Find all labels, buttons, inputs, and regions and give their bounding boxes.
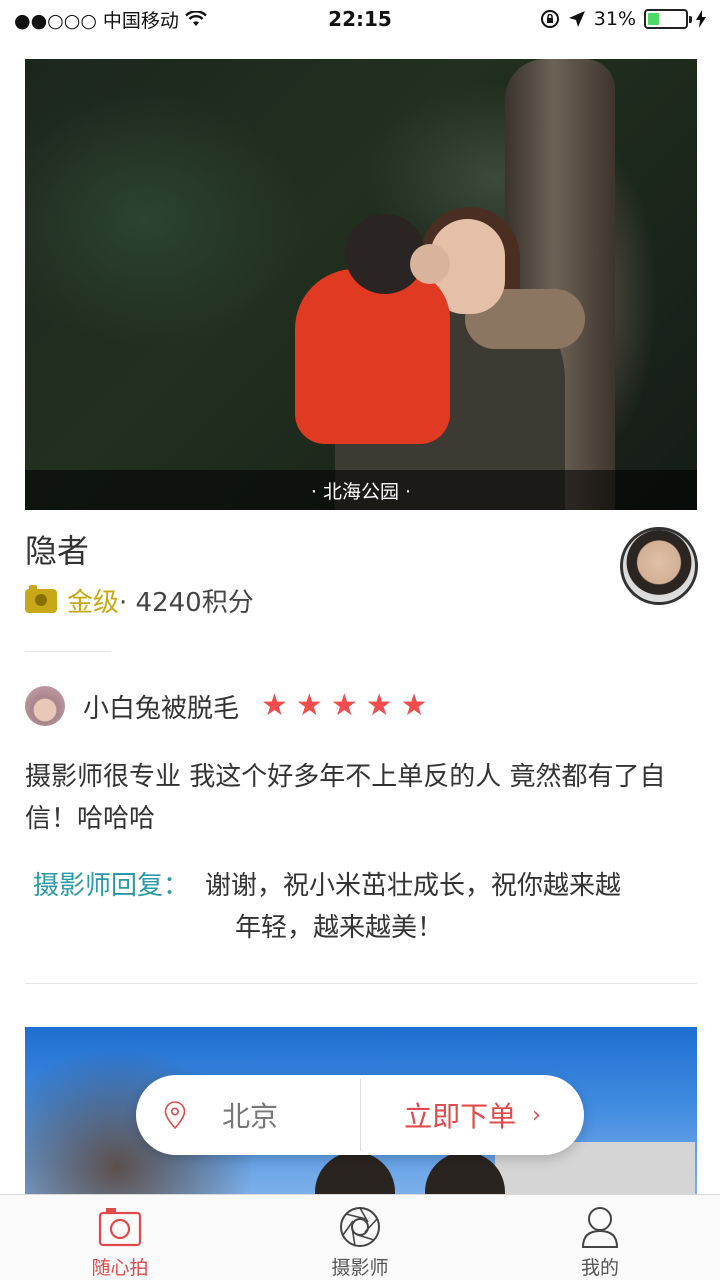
tab-bar: 随心拍 摄影师 我的 [0,1194,720,1280]
reviewer-avatar[interactable] [25,686,65,726]
rotation-lock-icon [540,10,559,28]
wifi-icon [185,11,207,26]
order-now-button[interactable]: 立即下单 › [361,1075,584,1155]
photographer-level: 金级 [67,588,120,618]
star-icon: ★ [330,688,358,723]
photographer-points: · 4240积分 [119,588,254,618]
tab-label: 随心拍 [91,1257,149,1279]
photographer-name[interactable]: 隐者 [25,526,89,572]
star-icon: ★ [261,688,288,723]
star-icon: ★ [365,688,393,723]
review-text: 摄影师很专业 我这个好多年不上单反的人 竟然都有了自信！哈哈哈 [25,762,666,834]
battery-percent: 31% [593,8,636,30]
city-selector[interactable]: 北京 [136,1075,360,1155]
photo-child-ear [410,244,450,284]
rating-stars: ★ ★ ★ ★ ★ [261,691,428,721]
user-icon [581,1207,619,1248]
camera-icon [98,1208,142,1247]
photographer-avatar[interactable] [620,527,698,605]
carrier-label: ●●○○○ 中国移动 [14,9,179,32]
status-icons: 31% [540,8,706,30]
order-now-label: 立即下单 [404,1100,517,1133]
charging-bolt-icon [696,10,706,28]
battery-icon [644,9,692,29]
photo-girl-2 [425,1152,505,1194]
camera-badge-icon [25,584,57,613]
reply-line-1: 谢谢，祝小米茁壮成长，祝你越来越 [205,871,622,901]
city-label: 北京 [222,1100,279,1133]
photo-girl-1 [315,1152,395,1194]
tab-suixinpai[interactable]: 随心拍 [0,1195,240,1280]
reply-text: 谢谢，祝小米茁壮成长，祝你越来越 年轻，越来越美！ [205,865,675,949]
aperture-icon [340,1207,380,1247]
tab-photographers[interactable]: 摄影师 [240,1195,480,1280]
photo-child-jacket [295,269,450,444]
reply-line-2: 年轻，越来越美！ [235,913,444,943]
photographer-level-row: 金级 · 4240积分 [25,582,254,619]
photo-location-caption: · 北海公园 · [25,470,697,510]
star-icon: ★ [295,688,323,723]
star-icon: ★ [400,688,428,723]
chevron-right-icon: › [532,1102,541,1128]
reviewer-name: 小白兔被脱毛 [83,693,240,724]
section-divider-full [25,983,697,984]
location-pin-icon [164,1101,186,1129]
location-label: · 北海公园 · [310,480,412,503]
reply-label: 摄影师回复： [33,871,190,901]
tab-label: 我的 [580,1257,619,1279]
tab-mine[interactable]: 我的 [480,1195,720,1280]
location-arrow-icon [568,11,585,27]
battery-fill [648,13,660,25]
carrier-group: ●●○○○ 中国移动 [14,6,207,33]
sample-photo-1[interactable]: · 北海公园 · [25,59,697,510]
order-bar: 北京 立即下单 › [136,1075,584,1155]
reviewer-row: 小白兔被脱毛 ★ ★ ★ ★ ★ [25,686,428,726]
section-divider [25,651,111,652]
status-bar: ●●○○○ 中国移动 22:15 31% [0,0,720,38]
tab-label: 摄影师 [331,1257,389,1279]
